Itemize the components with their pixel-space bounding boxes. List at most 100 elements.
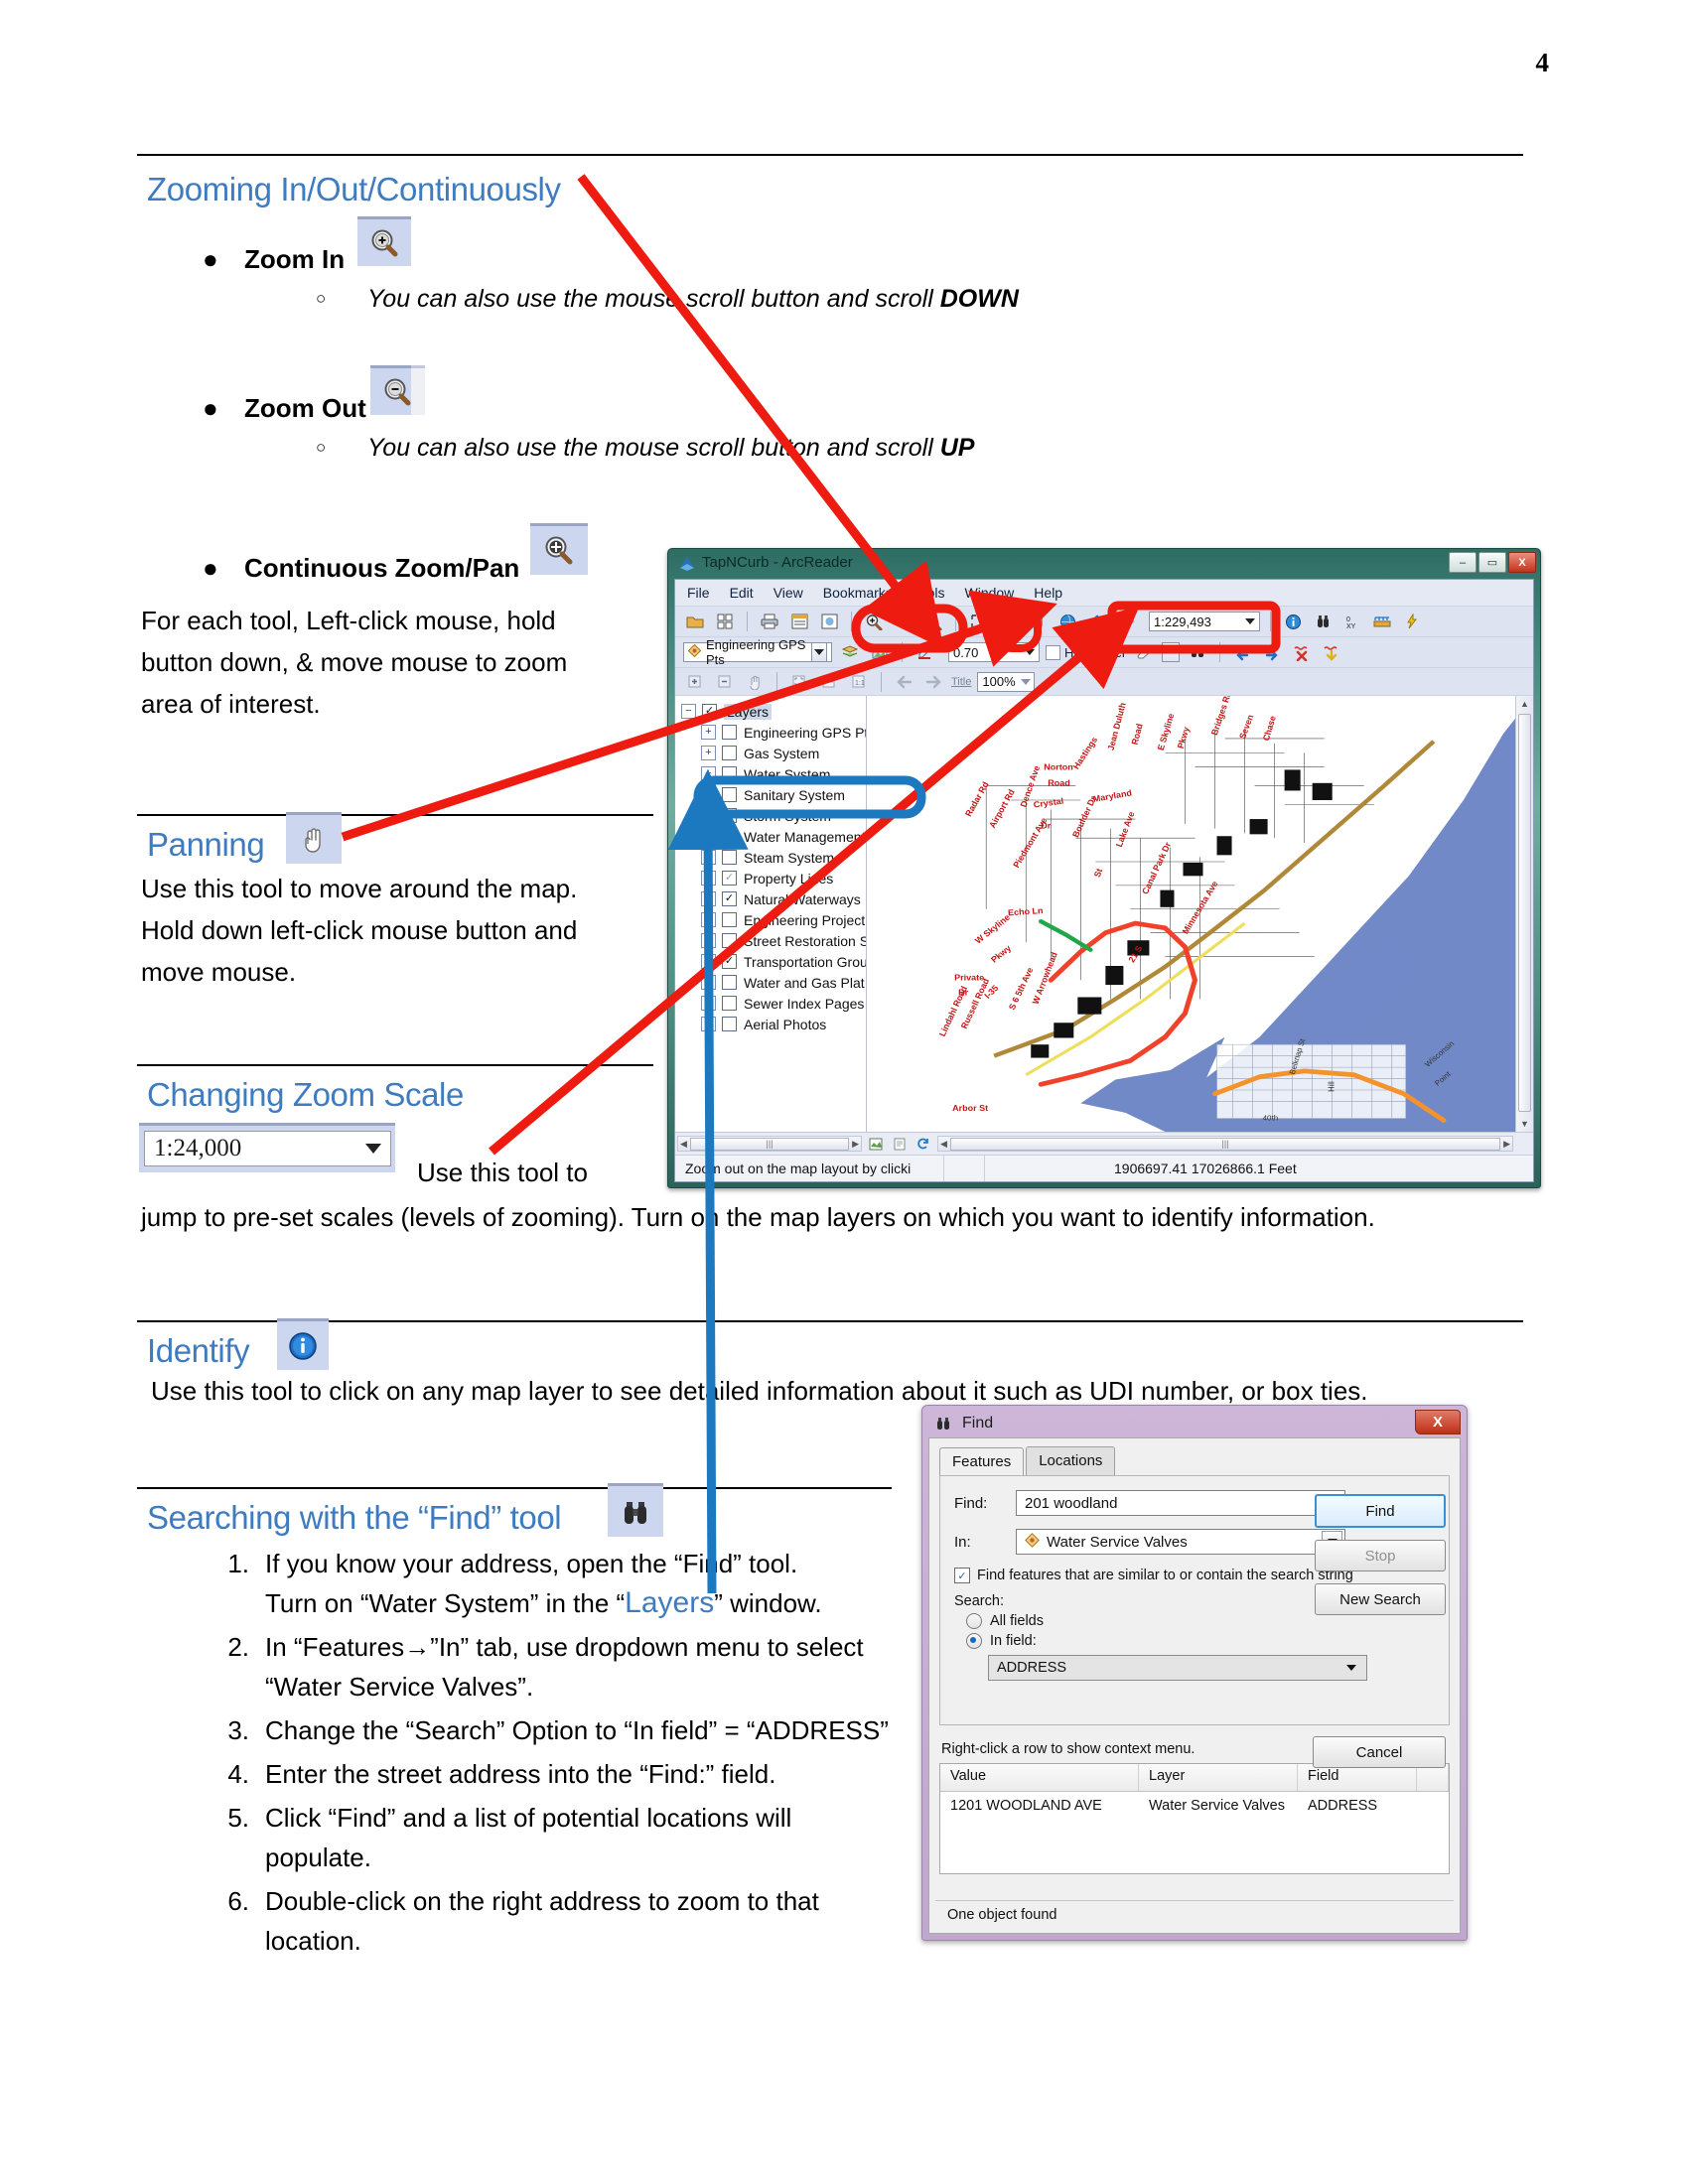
expand-icon[interactable]: + [701,954,716,969]
menu-bar[interactable]: File Edit View Bookmarks Tools Window He… [675,580,1533,607]
expand-icon[interactable]: + [701,829,716,844]
window-controls[interactable]: – ▭ X [1449,552,1536,573]
layer-image-icon[interactable] [868,641,892,663]
data-view-icon[interactable] [864,1133,888,1155]
checkbox[interactable] [722,725,737,740]
results-grid[interactable]: Value Layer Field 1201 WOODLAND AVE Wate… [939,1763,1450,1874]
previous-highlight-icon[interactable] [1230,641,1254,663]
continuous-zoom-pan-icon[interactable] [921,611,945,632]
highlight-down-icon[interactable] [1320,641,1343,663]
zoom-one-to-one-icon[interactable]: 1:1 [847,671,871,693]
arcreader-bottom-strip[interactable]: ◀ ||| ▶ ◀ ||| ▶ [675,1132,1533,1155]
find-dialog-buttons[interactable]: Find Stop New Search [1315,1494,1446,1627]
scroll-right-icon[interactable]: ▶ [1503,1139,1510,1150]
radio-in-field[interactable]: In field: [966,1633,1435,1649]
scroll-left-icon[interactable]: ◀ [680,1139,687,1150]
scale-combo-image[interactable]: 1:24,000 [139,1123,395,1172]
scroll-left-icon[interactable]: ◀ [940,1139,947,1150]
checkbox[interactable] [722,1017,737,1031]
checkbox[interactable]: ✓ [722,954,737,969]
zoom-out-icon[interactable] [892,611,915,632]
xy-icon[interactable]: 0 XY [1340,611,1364,632]
menu-file[interactable]: File [687,585,710,601]
expand-icon[interactable]: + [701,766,716,781]
toc-layer-transportation-group[interactable]: + ✓ Transportation Group [679,951,866,972]
arcreader-window[interactable]: TapNCurb - ArcReader – ▭ X File Edit Vie… [667,548,1541,1188]
checkbox[interactable] [722,829,737,844]
menu-bookmarks[interactable]: Bookmarks [823,585,893,601]
line-width-combo[interactable]: 0.70 [948,642,1040,662]
checkbox[interactable]: ✓ [722,871,737,886]
checkbox[interactable] [722,996,737,1011]
checkbox[interactable] [722,787,737,802]
in-layer-combo[interactable]: Water Service Valves [1016,1529,1345,1555]
minimize-button[interactable]: – [1449,552,1477,573]
layout-view-icon[interactable] [888,1133,912,1155]
scroll-thumb[interactable]: ||| [949,1137,1501,1151]
globe-icon[interactable] [1055,611,1079,632]
table-of-contents[interactable]: − ✓ Layers + Engineering GPS Pts + Gas Syst… [675,696,867,1132]
menu-window[interactable]: Window [965,585,1015,601]
expand-icon[interactable]: + [701,933,716,948]
eraser-icon[interactable] [1132,641,1156,663]
back-extent-icon[interactable] [1085,611,1109,632]
toc-root-layers[interactable]: − ✓ Layers [679,701,866,722]
toc-layer-property-lines[interactable]: + ✓ Property Lines [679,868,866,888]
scroll-thumb[interactable] [1518,714,1531,1112]
layer-properties-icon[interactable] [838,641,862,663]
maximize-button[interactable]: ▭ [1478,552,1506,573]
toolbar-layout[interactable]: 1:1 Title 100% [675,668,1533,696]
layout-zoom-out-icon[interactable] [713,671,737,693]
checkbox[interactable]: ✓ [722,891,737,906]
chevron-down-icon[interactable] [1346,1665,1356,1671]
zoom-whole-page-icon[interactable] [787,671,811,693]
highlighter-toggle[interactable]: Highlighter [1046,644,1126,660]
arcreader-titlebar[interactable]: TapNCurb - ArcReader – ▭ X [668,549,1540,579]
layout-icon[interactable] [817,611,841,632]
toc-layer-steam-system[interactable]: + Steam System [679,847,866,868]
collapse-icon[interactable]: − [681,704,696,719]
measure-icon[interactable] [1370,611,1394,632]
print-icon[interactable] [758,611,781,632]
toc-layer-water-management-featu[interactable]: + Water Management Featu [679,826,866,847]
fixed-zoom-in-icon[interactable] [966,611,990,632]
map-canvas[interactable]: Radar Rd Airport Rd Dence Ave Norton Road… [867,696,1533,1132]
chevron-down-icon[interactable] [810,642,827,662]
expand-icon[interactable]: + [701,891,716,906]
menu-tools[interactable]: Tools [913,585,945,601]
find-tabs[interactable]: Features Locations [929,1438,1460,1476]
binoculars-icon[interactable] [1186,641,1209,663]
toc-layer-gas-system[interactable]: + Gas System [679,743,866,763]
full-extent-icon[interactable] [996,611,1020,632]
checkbox[interactable] [722,766,737,781]
map-scale-combo[interactable]: 1:229,493 [1149,612,1260,631]
stop-button[interactable]: Stop [1315,1540,1446,1571]
menu-help[interactable]: Help [1034,585,1062,601]
scale-combo-inner[interactable]: 1:24,000 [144,1131,391,1166]
chevron-down-icon[interactable] [1020,678,1031,685]
toc-layer-sanitary-system[interactable]: + Sanitary System [679,784,866,805]
pen-color-icon[interactable] [913,641,936,663]
zoom-page-width-icon[interactable] [817,671,841,693]
expand-icon[interactable]: + [701,996,716,1011]
toc-layer-natural-waterways[interactable]: + ✓ Natural Waterways [679,888,866,909]
toolbar-standard[interactable]: 1:229,493 0 XY [675,607,1533,637]
scroll-up-icon[interactable]: ▲ [1516,696,1533,712]
scroll-thumb[interactable]: ||| [689,1137,850,1151]
pan-hand-icon[interactable] [1026,611,1050,632]
toc-layer-engineering-gps-pts[interactable]: + Engineering GPS Pts [679,722,866,743]
checkbox[interactable] [722,975,737,990]
radio-button[interactable] [966,1613,982,1629]
find-titlebar[interactable]: Find X [926,1410,1463,1439]
refresh-icon[interactable] [912,1133,935,1155]
cancel-button[interactable]: Cancel [1313,1736,1446,1768]
expand-icon[interactable]: + [701,787,716,802]
go-back-layout-icon[interactable] [892,671,915,693]
toc-horizontal-scrollbar[interactable]: ◀ ||| ▶ [677,1136,862,1152]
zoom-in-icon[interactable] [862,611,886,632]
toolbar-drawing[interactable]: Engineering GPS Pts 0.70 Highlighter [675,637,1533,668]
expand-icon[interactable]: + [701,808,716,823]
expand-icon[interactable]: + [701,871,716,886]
chevron-down-icon[interactable] [1162,642,1181,662]
find-dialog[interactable]: Find X Features Locations Find: 201 wood… [921,1405,1468,1941]
